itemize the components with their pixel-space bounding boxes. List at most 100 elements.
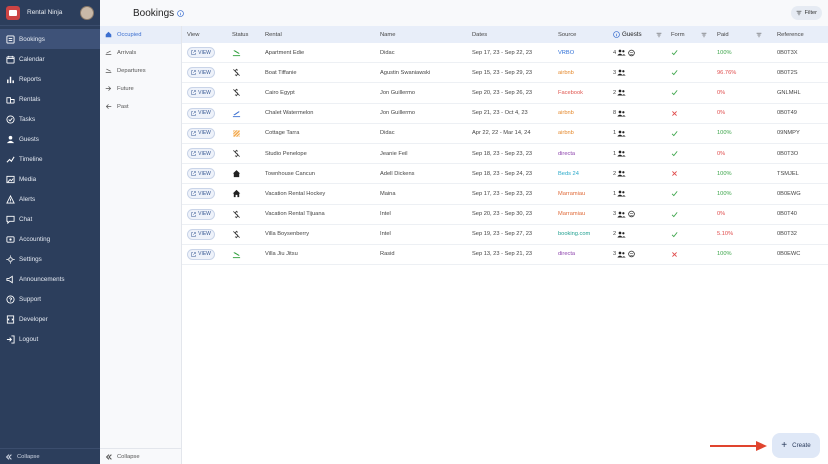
nav-item-label: Announcements	[19, 275, 65, 283]
subnav-item-future[interactable]: Future	[100, 80, 181, 98]
subnav-collapse-button[interactable]: Collapse	[100, 448, 182, 464]
header-reference[interactable]: Reference	[777, 26, 804, 43]
dates-cell: Sep 18, 23 - Sep 23, 23	[472, 150, 533, 157]
past-icon	[105, 103, 113, 111]
nav-item-alerts[interactable]: Alerts	[0, 189, 100, 209]
dates-cell: Sep 13, 23 - Sep 21, 23	[472, 251, 533, 258]
header-name[interactable]: Name	[380, 26, 395, 43]
nav-item-tasks[interactable]: Tasks	[0, 109, 100, 129]
nav-item-logout[interactable]: Logout	[0, 329, 100, 349]
view-button[interactable]: VIEW	[187, 148, 215, 160]
dates-cell: Sep 17, 23 - Sep 23, 23	[472, 190, 533, 197]
check-icon	[671, 231, 678, 238]
table-row[interactable]: VIEW Villa Boysenberry Intel Sep 19, 23 - S…	[182, 225, 828, 245]
header-view: View	[187, 31, 200, 38]
nav-collapse-button[interactable]: Collapse	[0, 448, 100, 464]
paid-filter-icon[interactable]	[756, 26, 762, 43]
source-cell: Marramiau	[558, 190, 586, 197]
source-cell: Beds 24	[558, 170, 579, 177]
create-button[interactable]: + Create	[772, 433, 820, 458]
view-button[interactable]: VIEW	[187, 248, 215, 260]
paid-cell: 100%	[717, 190, 732, 197]
guests-filter-icon[interactable]	[656, 26, 662, 43]
nav-item-guests[interactable]: Guests	[0, 129, 100, 149]
header-status[interactable]: Status	[232, 26, 248, 43]
extra-guest-icon	[628, 49, 635, 56]
table-row[interactable]: VIEW Apartment Edie Didac Sep 17, 23 - Sep …	[182, 43, 828, 64]
form-status	[671, 63, 678, 82]
table-row[interactable]: VIEW Vacation Rental Tijuana Intel Sep 20, …	[182, 205, 828, 225]
subnav-item-past[interactable]: Past	[100, 98, 181, 116]
header-guests-label: Guests	[622, 31, 642, 38]
view-button[interactable]: VIEW	[187, 87, 215, 99]
page-title: Bookings	[133, 7, 175, 19]
guests-people-icon	[617, 49, 626, 56]
avatar[interactable]	[80, 5, 94, 20]
subnav-item-departures[interactable]: Departures	[100, 62, 181, 80]
header-guests[interactable]: Guests	[613, 26, 642, 43]
nav-item-reports[interactable]: Reports	[0, 69, 100, 89]
guests-cell: 3	[613, 245, 636, 264]
view-button[interactable]: VIEW	[187, 208, 215, 220]
table-row[interactable]: VIEW Boat Tiffanie Agustin Swaniawski Sep 1…	[182, 63, 828, 84]
header-form[interactable]: Form	[671, 26, 685, 43]
table-row[interactable]: VIEW Vacation Rental Hockey Maina Sep 17, 2…	[182, 184, 828, 205]
guest-count: 1	[613, 190, 617, 197]
nav-item-announcements[interactable]: Announcements	[0, 269, 100, 289]
table-row[interactable]: VIEW Chalet Watermelon Jon Guillermo Sep 21…	[182, 104, 828, 124]
guest-count: 4	[613, 49, 617, 56]
nav-item-media[interactable]: Media	[0, 169, 100, 189]
view-button[interactable]: VIEW	[187, 188, 215, 200]
subnav-item-arrivals[interactable]: Arrivals	[100, 44, 181, 62]
table-row[interactable]: VIEW Cairo Egypt Jon Guillermo Sep 20, 23 -…	[182, 83, 828, 104]
header-dates[interactable]: Dates	[472, 26, 487, 43]
filter-button[interactable]: Filter	[790, 6, 822, 20]
table-row[interactable]: VIEW Cottage Tarra Didac Apr 22, 22 - Mar 1…	[182, 124, 828, 144]
check-icon	[671, 130, 678, 137]
header-paid[interactable]: Paid	[717, 26, 729, 43]
table-row[interactable]: VIEW Townhouse Cancun Adell Dickens Sep 18,…	[182, 164, 828, 185]
source-cell: booking.com	[558, 231, 591, 238]
guests-icon	[6, 135, 15, 144]
reference-cell: 0B0T40	[777, 211, 797, 218]
app-name: Rental Ninja	[27, 9, 63, 16]
nav-item-bookings[interactable]: Bookings	[0, 29, 100, 49]
view-button[interactable]: VIEW	[187, 107, 215, 119]
table-row[interactable]: VIEW Studio Penelope Jeanie Feil Sep 18, 23…	[182, 144, 828, 165]
nav-item-chat[interactable]: Chat	[0, 209, 100, 229]
form-status	[671, 245, 678, 264]
rental-cell: Cairo Egypt	[265, 89, 295, 96]
header-source[interactable]: Source	[558, 26, 576, 43]
pointer-arrow-icon	[710, 441, 767, 451]
guest-count: 2	[613, 231, 617, 238]
rentals-icon	[6, 95, 15, 104]
open-external-icon	[191, 131, 196, 136]
close-icon	[672, 110, 677, 116]
nav-item-rentals[interactable]: Rentals	[0, 89, 100, 109]
view-button[interactable]: VIEW	[187, 228, 215, 240]
view-button[interactable]: VIEW	[187, 127, 215, 139]
bookings-table: View Status Rental Name Dates Source Gue…	[182, 26, 828, 266]
view-button[interactable]: VIEW	[187, 47, 215, 59]
nav-item-developer[interactable]: Developer	[0, 309, 100, 329]
view-label: VIEW	[198, 110, 211, 117]
table-row[interactable]: VIEW Villa Jiu Jitsu Rasid Sep 13, 23 - Sep…	[182, 245, 828, 266]
nav-item-support[interactable]: Support	[0, 289, 100, 309]
view-button[interactable]: VIEW	[187, 168, 215, 180]
nav-item-label: Rentals	[19, 95, 41, 103]
nav-item-timeline[interactable]: Timeline	[0, 149, 100, 169]
nav-item-calendar[interactable]: Calendar	[0, 49, 100, 69]
nav-item-settings[interactable]: Settings	[0, 249, 100, 269]
nav-item-accounting[interactable]: Accounting	[0, 229, 100, 249]
alerts-icon	[6, 194, 15, 204]
header-rental[interactable]: Rental	[265, 26, 282, 43]
occupied-icon	[105, 31, 113, 39]
dates-cell: Sep 21, 23 - Oct 4, 23	[472, 110, 528, 117]
nav-item-label: Developer	[19, 315, 48, 323]
open-external-icon	[191, 151, 196, 156]
view-button[interactable]: VIEW	[187, 67, 215, 79]
info-icon[interactable]	[177, 9, 184, 17]
form-filter-icon[interactable]	[701, 26, 707, 43]
rental-cell: Vacation Rental Hockey	[265, 190, 326, 197]
subnav-item-occupied[interactable]: Occupied	[100, 26, 181, 44]
